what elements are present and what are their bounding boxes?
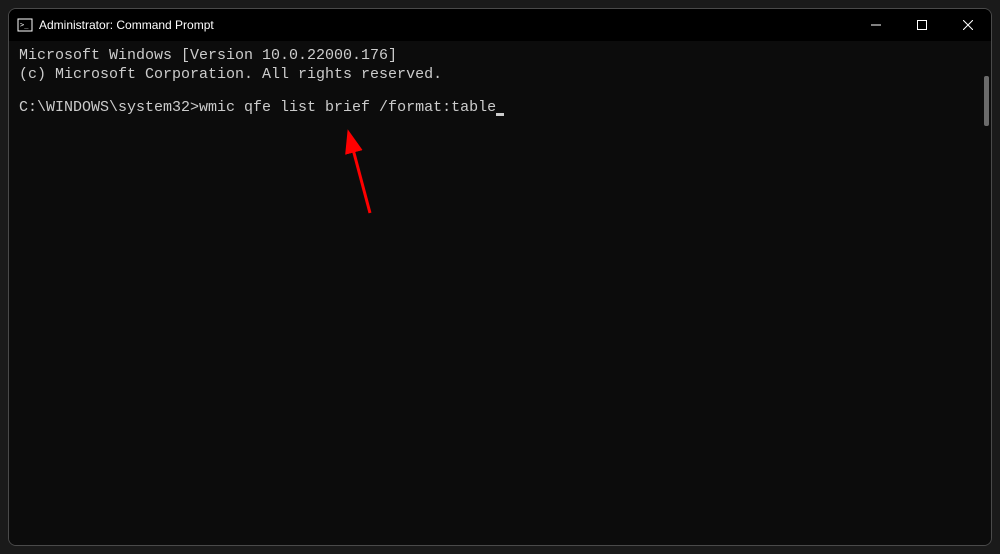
copyright-line: (c) Microsoft Corporation. All rights re…: [19, 66, 981, 85]
prompt: C:\WINDOWS\system32>: [19, 99, 199, 116]
svg-text:>_: >_: [20, 21, 29, 29]
text-cursor: [496, 113, 504, 116]
command-prompt-icon: >_: [17, 17, 33, 33]
command-input: wmic qfe list brief /format:table: [199, 99, 496, 116]
version-line: Microsoft Windows [Version 10.0.22000.17…: [19, 47, 981, 66]
minimize-button[interactable]: [853, 9, 899, 41]
window-title: Administrator: Command Prompt: [39, 18, 214, 32]
prompt-line: C:\WINDOWS\system32>wmic qfe list brief …: [19, 99, 981, 118]
titlebar[interactable]: >_ Administrator: Command Prompt: [9, 9, 991, 41]
terminal-content[interactable]: Microsoft Windows [Version 10.0.22000.17…: [9, 41, 991, 545]
maximize-button[interactable]: [899, 9, 945, 41]
window-controls: [853, 9, 991, 41]
close-button[interactable]: [945, 9, 991, 41]
command-prompt-window: >_ Administrator: Command Prompt: [8, 8, 992, 546]
scrollbar[interactable]: [984, 76, 989, 126]
